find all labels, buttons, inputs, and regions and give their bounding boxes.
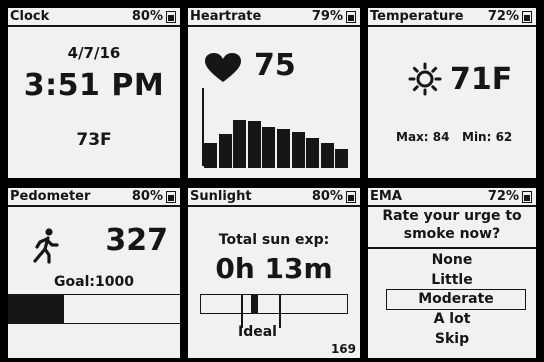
heartrate-bar xyxy=(320,143,334,168)
pedometer-title: Pedometer xyxy=(10,189,91,204)
pedometer-battery-percent: 80% xyxy=(131,189,163,204)
battery-fill xyxy=(168,14,174,21)
clock-panel[interactable]: Clock 80% 4/7/16 3:51 PM 73F xyxy=(8,8,180,178)
sunlight-battery-percent: 80% xyxy=(311,189,343,204)
sunlight-count: 169 xyxy=(330,342,356,356)
pedometer-panel[interactable]: Pedometer 80% 327 Goal:1000 xyxy=(8,188,180,358)
battery-fill xyxy=(524,15,530,21)
clock-battery-percent: 80% xyxy=(131,9,163,24)
heartrate-bar xyxy=(291,132,305,168)
ema-panel[interactable]: EMA 72% Rate your urge to smoke now? Non… xyxy=(368,188,536,358)
temperature-value: 71F xyxy=(450,62,513,97)
clock-time: 3:51 PM xyxy=(23,68,165,103)
heart-icon xyxy=(205,53,241,82)
walking-person-icon xyxy=(33,228,59,264)
temperature-panel[interactable]: Temperature 72% 71F Max: 84 Min: 62 xyxy=(368,8,536,178)
battery-icon xyxy=(346,190,356,203)
battery-icon xyxy=(166,190,176,203)
clock-temperature: 73F xyxy=(76,130,112,150)
ema-option-little[interactable]: Little xyxy=(368,270,536,290)
ema-battery: 72% xyxy=(488,188,532,205)
battery-icon xyxy=(522,10,532,23)
clock-title: Clock xyxy=(10,9,50,24)
heartrate-panel[interactable]: Heartrate 79% 75 xyxy=(188,8,360,178)
heartrate-title: Heartrate xyxy=(190,9,262,24)
heartrate-header: Heartrate 79% xyxy=(188,8,360,27)
sunlight-panel[interactable]: Sunlight 80% Total sun exp: 0h 13m Ideal… xyxy=(188,188,360,358)
heartrate-battery-percent: 79% xyxy=(311,9,343,24)
clock-battery: 80% xyxy=(132,8,176,25)
sunlight-battery: 80% xyxy=(312,188,356,205)
ema-battery-percent: 72% xyxy=(487,189,519,204)
heartrate-value: 75 xyxy=(254,48,296,83)
ema-option-moderate[interactable]: Moderate xyxy=(386,289,526,310)
temperature-battery: 72% xyxy=(488,8,532,25)
battery-fill xyxy=(524,195,530,201)
ideal-range-left-tick xyxy=(241,294,243,328)
ema-option-a-lot[interactable]: A lot xyxy=(368,309,536,329)
heartrate-bar xyxy=(262,127,276,168)
heartrate-bars xyxy=(204,88,350,168)
temperature-title: Temperature xyxy=(370,9,464,24)
heartrate-chart xyxy=(202,88,350,168)
heartrate-bar xyxy=(247,121,261,168)
heartrate-bar xyxy=(233,119,247,168)
temperature-min: Min: 62 xyxy=(462,130,513,144)
temperature-max: Max: 84 xyxy=(396,130,450,144)
temperature-battery-percent: 72% xyxy=(487,9,519,24)
sunlight-value: 0h 13m xyxy=(215,252,333,285)
heartrate-bar xyxy=(306,138,320,168)
sunlight-header: Sunlight 80% xyxy=(188,188,360,207)
clock-date: 4/7/16 xyxy=(67,44,121,62)
sunlight-marker xyxy=(251,295,258,313)
battery-fill xyxy=(348,14,354,21)
clock-header: Clock 80% xyxy=(8,8,180,27)
heartrate-bar xyxy=(335,149,349,168)
heartrate-bar xyxy=(277,129,291,168)
battery-icon xyxy=(346,10,356,23)
pedometer-battery: 80% xyxy=(132,188,176,205)
ideal-range-right-tick xyxy=(279,294,281,328)
heartrate-bar xyxy=(204,143,218,168)
battery-icon xyxy=(166,10,176,23)
ema-title: EMA xyxy=(370,189,402,204)
pedometer-header: Pedometer 80% xyxy=(8,188,180,207)
pedometer-progress-fill xyxy=(8,295,65,323)
sunlight-ideal-label: Ideal xyxy=(238,324,277,340)
ema-question-line2: smoke now? xyxy=(403,226,501,242)
pedometer-steps: 327 xyxy=(105,223,168,258)
sunlight-title: Sunlight xyxy=(190,189,252,204)
battery-fill xyxy=(168,194,174,201)
heartrate-battery: 79% xyxy=(312,8,356,25)
heartrate-bar xyxy=(218,133,232,168)
ema-option-none[interactable]: None xyxy=(368,250,536,270)
sun-icon xyxy=(408,62,442,96)
sunlight-label: Total sun exp: xyxy=(218,232,330,248)
ema-question-line1: Rate your urge to xyxy=(382,208,522,224)
ema-question-divider xyxy=(368,247,536,249)
sunlight-range-bar xyxy=(200,294,348,328)
ema-option-skip[interactable]: Skip xyxy=(368,329,536,349)
battery-icon xyxy=(522,190,532,203)
battery-fill xyxy=(348,194,354,201)
pedometer-progress-bar xyxy=(8,294,180,324)
pedometer-goal: Goal:1000 xyxy=(54,274,134,290)
ema-header: EMA 72% xyxy=(368,188,536,207)
temperature-header: Temperature 72% xyxy=(368,8,536,27)
